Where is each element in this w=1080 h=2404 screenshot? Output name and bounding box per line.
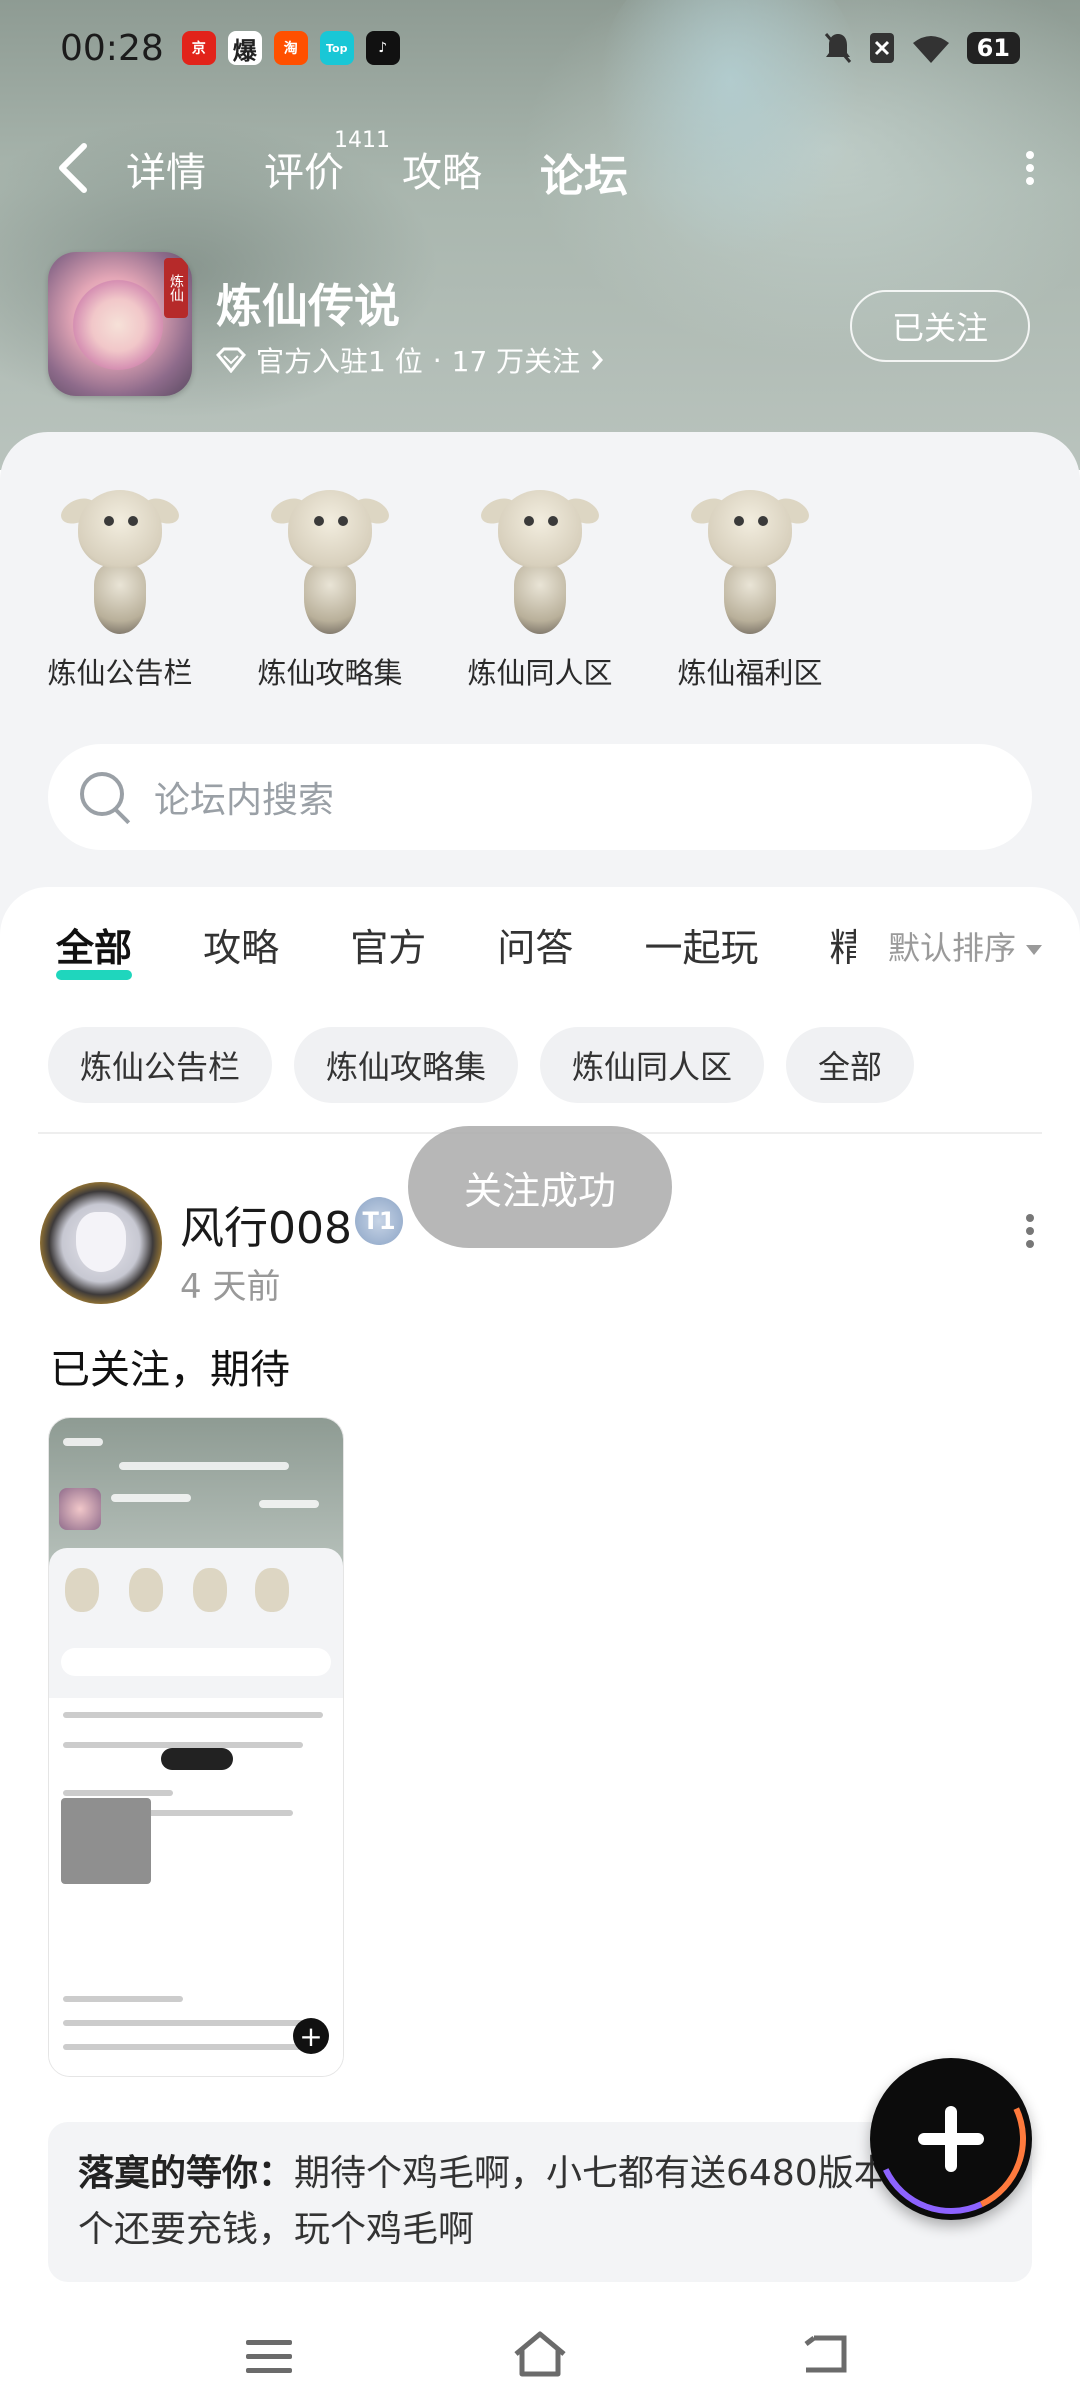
channel-welfare[interactable]: 炼仙福利区 xyxy=(660,462,840,692)
creature-icon xyxy=(477,472,603,642)
more-menu-icon[interactable] xyxy=(1020,146,1040,196)
top-icon: Top xyxy=(319,31,354,65)
back-arrow-icon[interactable] xyxy=(50,138,100,198)
caret-down-icon xyxy=(1026,945,1042,955)
diamond-icon xyxy=(216,347,246,373)
creature-icon xyxy=(267,472,393,642)
top-nav: 详情 评价 1411 攻略 论坛 xyxy=(0,118,1080,218)
chip-guides[interactable]: 炼仙攻略集 xyxy=(294,1027,519,1103)
tiktok-icon: ♪ xyxy=(365,31,400,65)
chip-announcements[interactable]: 炼仙公告栏 xyxy=(48,1027,273,1103)
battery-level: 61 xyxy=(966,32,1020,64)
chip-all[interactable]: 全部 xyxy=(786,1027,915,1103)
category-tab-featured[interactable]: 精 xyxy=(830,917,856,972)
system-nav-bar xyxy=(0,2290,1080,2404)
wifi-icon xyxy=(912,36,949,63)
post-more-icon[interactable] xyxy=(1020,1209,1040,1269)
category-tab-all[interactable]: 全部 xyxy=(56,917,133,980)
status-bar: 00:28 京 爆 淘 Top ♪ 61 xyxy=(0,0,1080,96)
create-post-button[interactable] xyxy=(870,2058,1032,2220)
filter-chips: 炼仙公告栏 炼仙攻略集 炼仙同人区 全部 xyxy=(48,1027,915,1103)
game-meta[interactable]: 官方入驻1 位 · 17 万关注 xyxy=(216,340,604,380)
chip-fanart[interactable]: 炼仙同人区 xyxy=(540,1027,765,1103)
category-tab-qa[interactable]: 问答 xyxy=(497,917,573,972)
game-icon-badge: 炼仙 xyxy=(164,258,188,318)
post-time: 4 天前 xyxy=(180,1267,281,1307)
home-icon[interactable] xyxy=(512,2330,568,2378)
game-icon[interactable]: 炼仙 xyxy=(48,252,192,396)
chevron-right-icon xyxy=(592,350,604,370)
creature-icon xyxy=(687,472,813,642)
mute-icon xyxy=(824,33,851,63)
tab-guides[interactable]: 攻略 xyxy=(402,140,482,198)
search-placeholder: 论坛内搜索 xyxy=(154,780,335,821)
comment-author: 落寞的等你： xyxy=(78,2153,295,2194)
post-image[interactable]: + xyxy=(48,1417,344,2077)
tab-forum[interactable]: 论坛 xyxy=(538,140,630,204)
category-tab-guides[interactable]: 攻略 xyxy=(203,917,279,972)
jd-icon: 京 xyxy=(181,31,216,65)
recent-apps-icon[interactable] xyxy=(246,2340,292,2382)
status-time: 00:28 xyxy=(60,27,164,69)
fire-icon: 爆 xyxy=(227,31,262,65)
meta-separator: · xyxy=(432,343,442,377)
category-tab-official[interactable]: 官方 xyxy=(350,917,426,972)
taobao-icon: 淘 xyxy=(273,31,308,65)
channel-list: 炼仙公告栏 炼仙攻略集 炼仙同人区 炼仙福利区 xyxy=(0,462,1080,702)
category-tabs: 全部 攻略 官方 问答 一起玩 精 xyxy=(56,917,856,987)
game-title: 炼仙传说 xyxy=(216,279,400,333)
channel-announcements[interactable]: 炼仙公告栏 xyxy=(30,462,210,692)
creature-icon xyxy=(57,472,183,642)
sort-dropdown[interactable]: 默认排序 xyxy=(867,923,1042,969)
tab-details[interactable]: 详情 xyxy=(126,140,206,198)
no-sim-icon xyxy=(869,33,894,63)
toast-message: 关注成功 xyxy=(408,1126,672,1248)
avatar[interactable] xyxy=(40,1182,162,1304)
official-count: 官方入驻1 位 xyxy=(256,345,423,378)
level-badge: T1 xyxy=(355,1197,403,1245)
post-text[interactable]: 已关注，期待 xyxy=(50,1337,290,1395)
channel-fanart[interactable]: 炼仙同人区 xyxy=(450,462,630,692)
channel-guides[interactable]: 炼仙攻略集 xyxy=(240,462,420,692)
category-tab-play-together[interactable]: 一起玩 xyxy=(644,917,758,972)
review-count: 1411 xyxy=(334,128,390,153)
followers-count: 17 万关注 xyxy=(451,345,581,378)
post-username[interactable]: 风行008 xyxy=(180,1192,352,1256)
search-bar[interactable]: 论坛内搜索 xyxy=(48,744,1032,850)
search-icon xyxy=(78,770,132,824)
tab-reviews[interactable]: 评价 1411 xyxy=(264,128,390,198)
follow-button[interactable]: 已关注 xyxy=(850,290,1030,362)
back-icon[interactable] xyxy=(800,2334,850,2374)
